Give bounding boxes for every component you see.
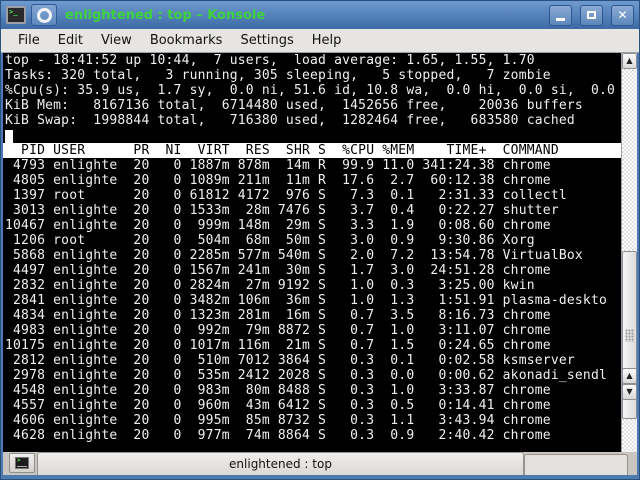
process-row: 1397 root 20 0 61812 4172 976 S 7.3 0.1 … bbox=[3, 188, 621, 203]
window-menu-button[interactable] bbox=[31, 4, 57, 26]
menu-item-help[interactable]: Help bbox=[303, 31, 351, 50]
scroll-down-icon: ▼ bbox=[626, 388, 632, 396]
process-row: 4805 enlighte 20 0 1089m 211m 11m R 17.6… bbox=[3, 173, 621, 188]
close-icon: ✕ bbox=[617, 9, 627, 21]
process-row: 4628 enlighte 20 0 977m 74m 8864 S 0.3 0… bbox=[3, 428, 621, 443]
process-row: 10175 enlighte 20 0 1017m 116m 21m S 0.7… bbox=[3, 338, 621, 353]
process-row: 4834 enlighte 20 0 1323m 281m 16m S 0.7 … bbox=[3, 308, 621, 323]
konsole-window: >_ enlightened : top – Konsole ✕ FileEdi… bbox=[0, 0, 640, 480]
process-row: 4793 enlighte 20 0 1887m 878m 14m R 99.9… bbox=[3, 158, 621, 173]
process-row: 4497 enlighte 20 0 1567m 241m 30m S 1.7 … bbox=[3, 263, 621, 278]
process-row: 2841 enlighte 20 0 3482m 106m 36m S 1.0 … bbox=[3, 293, 621, 308]
maximize-icon bbox=[587, 11, 596, 19]
menu-item-bookmarks[interactable]: Bookmarks bbox=[141, 31, 232, 50]
process-row: 2978 enlighte 20 0 535m 2412 2028 S 0.3 … bbox=[3, 368, 621, 383]
titlebar: >_ enlightened : top – Konsole ✕ bbox=[1, 1, 639, 29]
terminal-output[interactable]: top - 18:41:52 up 10:44, 7 users, load a… bbox=[3, 53, 621, 452]
terminal-summary-line: Tasks: 320 total, 3 running, 305 sleepin… bbox=[3, 68, 621, 83]
menubar: FileEditViewBookmarksSettingsHelp bbox=[1, 29, 639, 53]
process-row: 1206 root 20 0 504m 68m 50m S 3.0 0.9 9:… bbox=[3, 233, 621, 248]
terminal-summary-line: KiB Swap: 1998844 total, 716380 used, 12… bbox=[3, 113, 621, 128]
menu-item-edit[interactable]: Edit bbox=[49, 31, 92, 50]
menu-item-settings[interactable]: Settings bbox=[231, 31, 302, 50]
terminal-summary-line: top - 18:41:52 up 10:44, 7 users, load a… bbox=[3, 53, 621, 68]
process-row: 4548 enlighte 20 0 983m 80m 8488 S 0.3 1… bbox=[3, 383, 621, 398]
scroll-up-button[interactable]: ▲ bbox=[622, 53, 637, 69]
terminal-summary-line: KiB Mem: 8167136 total, 6714480 used, 14… bbox=[3, 98, 621, 113]
scrollbar-grip-icon bbox=[625, 329, 634, 342]
tabbar-filler bbox=[524, 454, 628, 475]
tab-enlightened-top[interactable]: enlightened : top bbox=[37, 452, 524, 475]
process-table-header: PID USER PR NI VIRT RES SHR S %CPU %MEM … bbox=[3, 143, 621, 158]
close-button[interactable]: ✕ bbox=[611, 5, 634, 26]
menu-item-view[interactable]: View bbox=[92, 31, 141, 50]
mini-terminal-icon: > bbox=[15, 457, 29, 469]
process-row: 4606 enlighte 20 0 995m 85m 8732 S 0.3 1… bbox=[3, 413, 621, 428]
maximize-button[interactable] bbox=[580, 5, 603, 26]
terminal-prompt-icon: >_ bbox=[9, 8, 17, 16]
process-row: 10467 enlighte 20 0 999m 148m 29m S 3.3 … bbox=[3, 218, 621, 233]
new-tab-button[interactable]: > bbox=[9, 453, 35, 473]
minimize-icon bbox=[556, 18, 565, 21]
window-title: enlightened : top – Konsole bbox=[65, 8, 265, 23]
scroll-up-button-bottom[interactable]: ▲ bbox=[622, 368, 637, 384]
process-row: 4983 enlighte 20 0 992m 79m 8872 S 0.7 1… bbox=[3, 323, 621, 338]
scroll-up-icon: ▲ bbox=[626, 372, 632, 380]
tabbar: > enlightened : top bbox=[3, 452, 637, 475]
terminal-cursor-line bbox=[3, 128, 621, 143]
menu-item-file[interactable]: File bbox=[9, 31, 49, 50]
scrollbar[interactable]: ▲ ▲ ▼ bbox=[621, 53, 637, 452]
terminal-cursor bbox=[5, 130, 13, 143]
process-row: 3013 enlighte 20 0 1533m 28m 7476 S 3.7 … bbox=[3, 203, 621, 218]
konsole-ring-icon bbox=[37, 8, 52, 23]
process-row: 2832 enlighte 20 0 2824m 27m 9192 S 1.0 … bbox=[3, 278, 621, 293]
minimize-button[interactable] bbox=[549, 5, 572, 26]
process-row: 5868 enlighte 20 0 2285m 577m 540m S 2.0… bbox=[3, 248, 621, 263]
terminal-summary-line: %Cpu(s): 35.9 us, 1.7 sy, 0.0 ni, 51.6 i… bbox=[3, 83, 621, 98]
scroll-down-button[interactable]: ▼ bbox=[622, 384, 637, 400]
process-row: 2812 enlighte 20 0 510m 7012 3864 S 0.3 … bbox=[3, 353, 621, 368]
process-row: 4557 enlighte 20 0 960m 43m 6412 S 0.3 0… bbox=[3, 398, 621, 413]
scroll-up-icon: ▲ bbox=[626, 57, 632, 65]
terminal-app-icon: >_ bbox=[6, 6, 26, 24]
